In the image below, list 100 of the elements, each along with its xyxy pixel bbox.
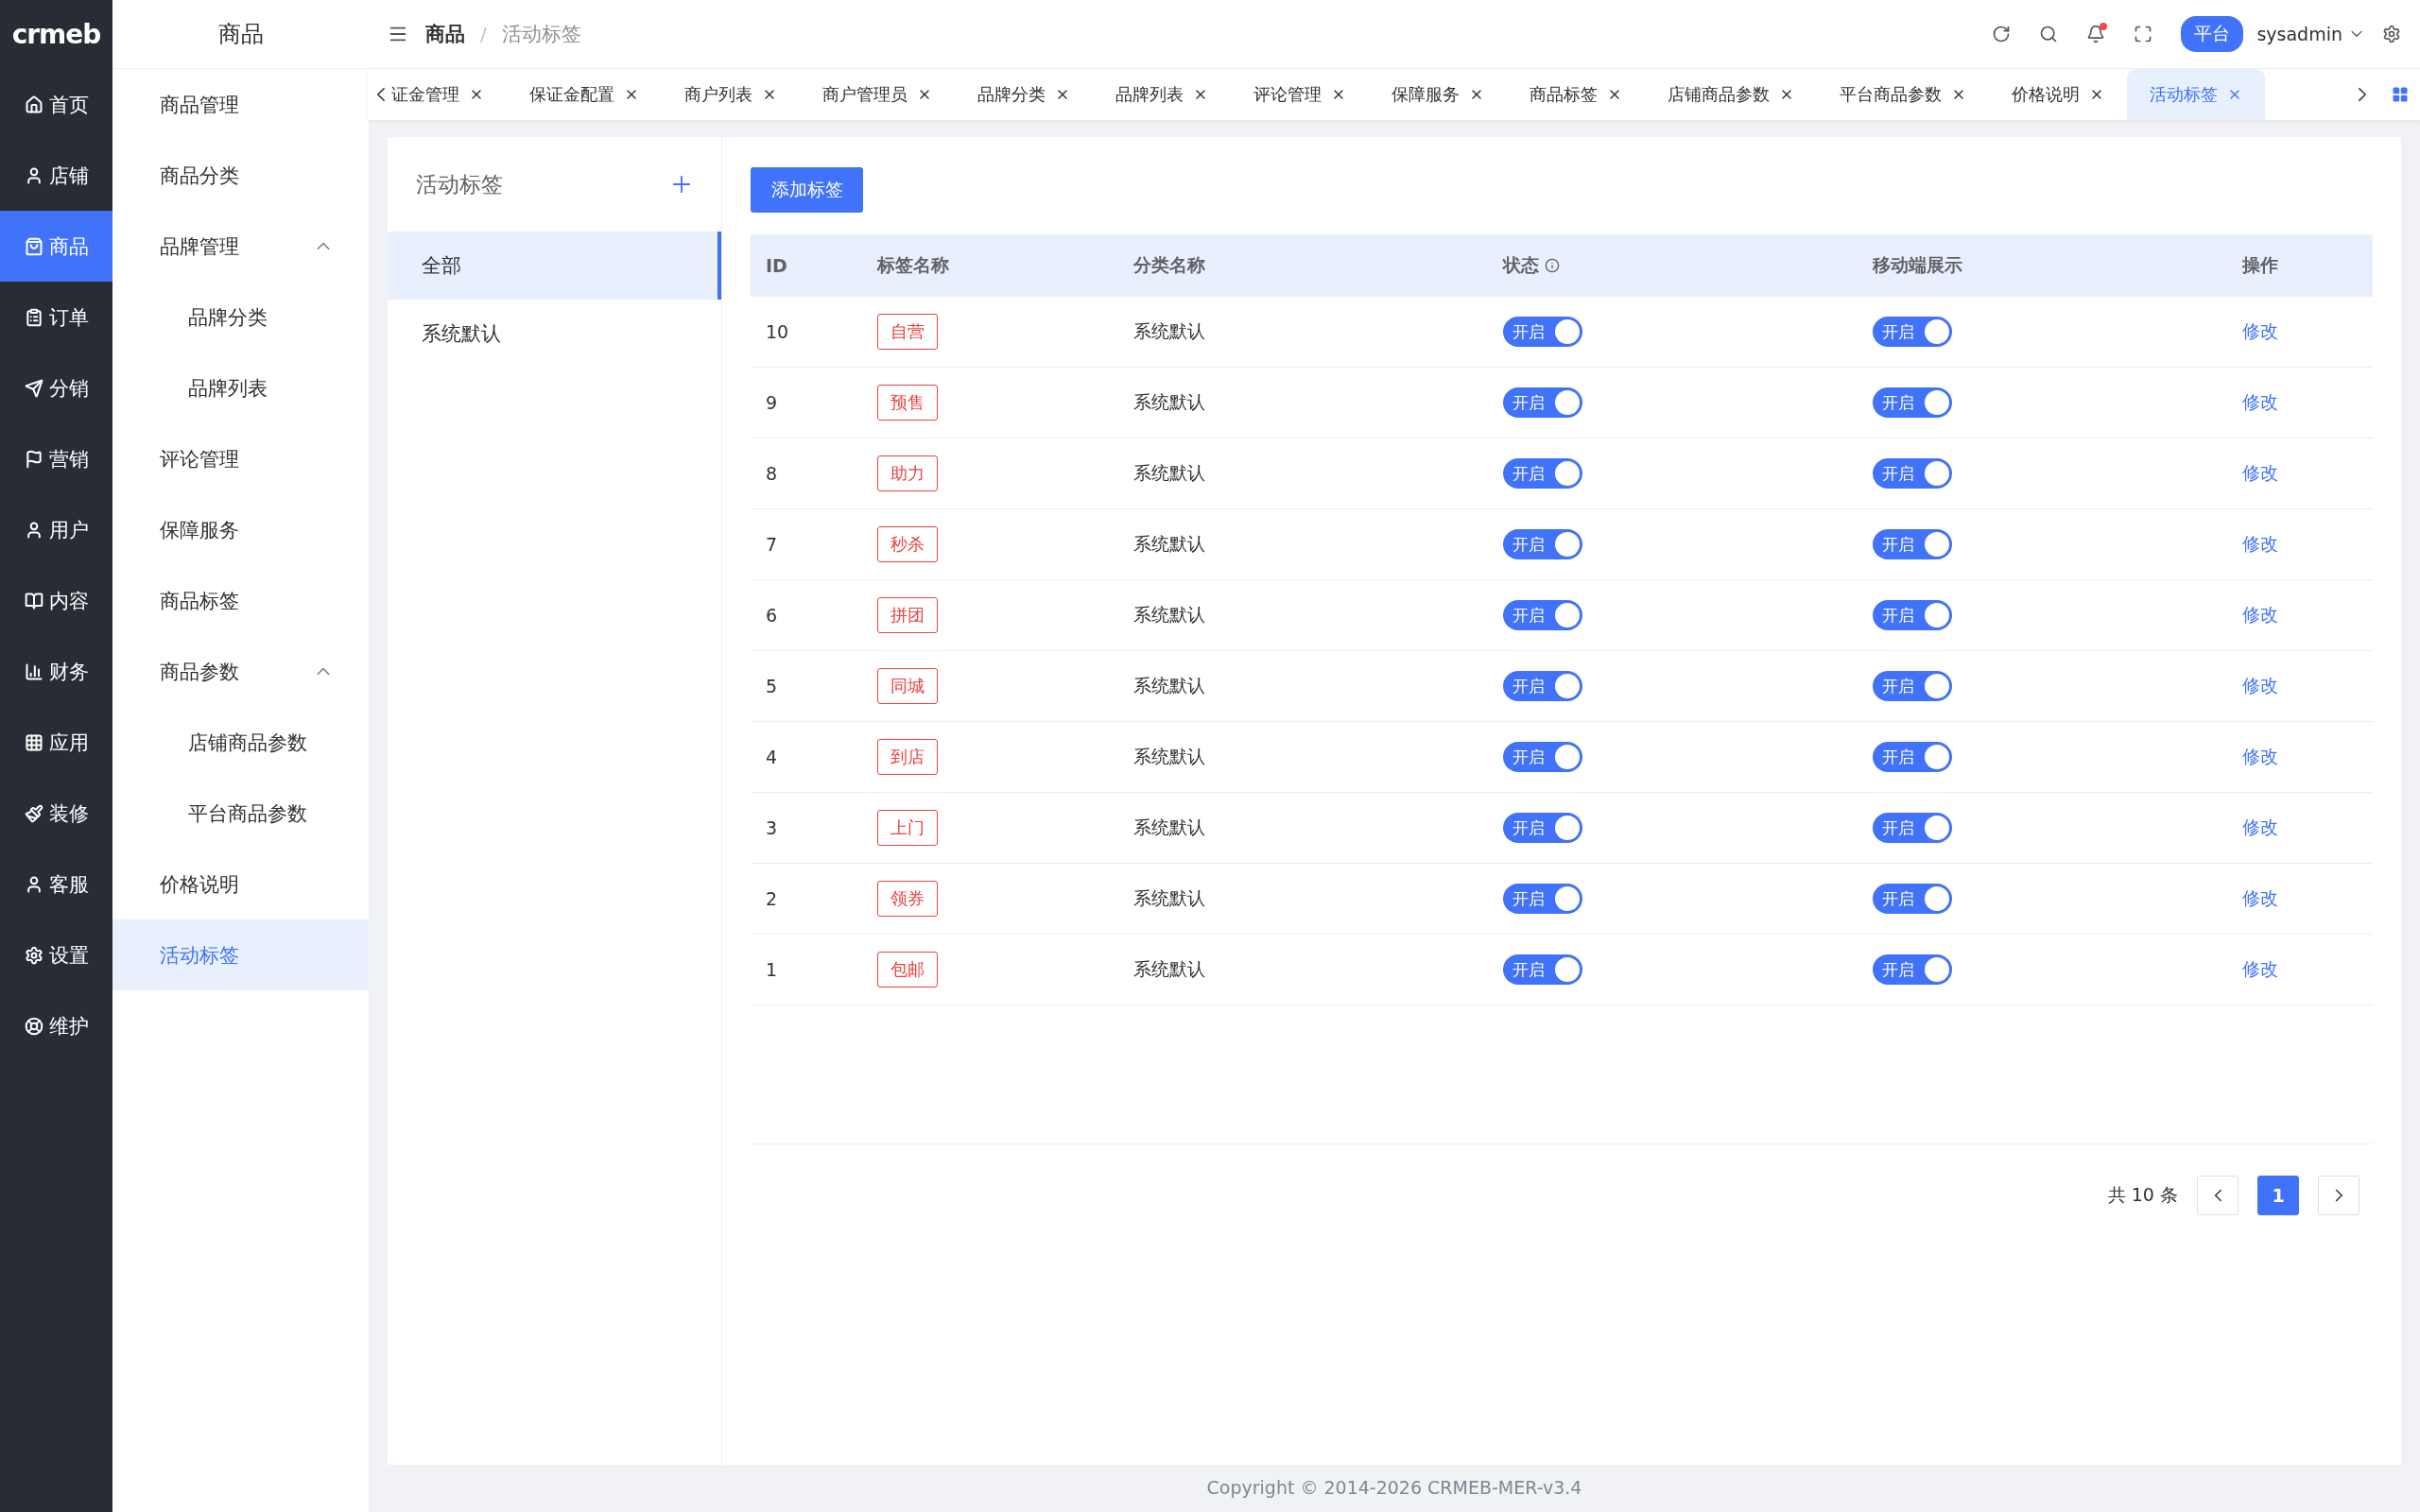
page-tab[interactable]: 品牌分类 xyxy=(954,69,1093,120)
page-tab[interactable]: 价格说明 xyxy=(1988,69,2127,120)
nav-label: 首页 xyxy=(48,92,89,118)
page-tab[interactable]: 活动标签 xyxy=(2126,69,2265,120)
status-switch[interactable]: 开启 xyxy=(1503,317,1582,347)
nav-item[interactable]: 装修 xyxy=(0,778,112,849)
page-tab[interactable]: 评论管理 xyxy=(1230,69,1369,120)
menu-item[interactable]: 价格说明 xyxy=(112,849,369,919)
breadcrumb-separator: / xyxy=(480,23,487,45)
category-cell-text: 系统默认 xyxy=(1132,603,1206,627)
id-cell-text: 3 xyxy=(765,817,779,838)
menu-item[interactable]: 商品管理 xyxy=(112,69,369,140)
status-switch[interactable]: 开启 xyxy=(1503,529,1582,559)
menu-item[interactable]: 活动标签 xyxy=(112,919,369,990)
nav-item[interactable]: 维护 xyxy=(0,990,112,1061)
tag-label: 秒杀 xyxy=(877,526,938,562)
nav-item[interactable]: 首页 xyxy=(0,69,112,140)
nav-item[interactable]: 设置 xyxy=(0,919,112,990)
status-switch[interactable]: 开启 xyxy=(1503,884,1582,914)
mobile-display-switch[interactable]: 开启 xyxy=(1873,742,1952,772)
mobile-display-switch[interactable]: 开启 xyxy=(1873,600,1952,630)
status-switch[interactable]: 开启 xyxy=(1503,742,1582,772)
menu-label: 商品管理 xyxy=(160,92,239,118)
page-tab[interactable]: 品牌列表 xyxy=(1092,69,1231,120)
menu-label: 品牌管理 xyxy=(160,233,239,260)
tag-label: 同城 xyxy=(877,668,938,704)
id-cell-text: 4 xyxy=(765,747,779,767)
category-item[interactable]: 系统默认 xyxy=(388,300,721,368)
role-badge[interactable]: 平台 xyxy=(2181,16,2244,52)
edit-link[interactable]: 修改 xyxy=(2242,745,2278,769)
nav-item[interactable]: 分销 xyxy=(0,352,112,423)
category-cell-text: 系统默认 xyxy=(1132,461,1206,485)
nav-item[interactable]: 内容 xyxy=(0,565,112,636)
edit-link[interactable]: 修改 xyxy=(2242,390,2278,415)
menu-label: 价格说明 xyxy=(160,871,239,898)
mobile-display-switch[interactable]: 开启 xyxy=(1873,884,1952,914)
edit-link[interactable]: 修改 xyxy=(2242,319,2278,344)
nav-label: 内容 xyxy=(48,588,89,614)
mobile-display-switch[interactable]: 开启 xyxy=(1873,458,1952,489)
menu-item[interactable]: 商品分类 xyxy=(112,140,369,211)
page-tab[interactable]: 商品标签 xyxy=(1506,69,1645,120)
mobile-display-switch[interactable]: 开启 xyxy=(1873,671,1952,701)
status-switch[interactable]: 开启 xyxy=(1503,600,1582,630)
menu-item[interactable]: 平台商品参数 xyxy=(112,778,369,849)
nav-label: 订单 xyxy=(48,304,89,331)
mobile-display-switch[interactable]: 开启 xyxy=(1873,529,1952,559)
menu-item[interactable]: 品牌管理 xyxy=(112,211,369,282)
status-switch[interactable]: 开启 xyxy=(1503,813,1582,843)
nav-item[interactable]: 应用 xyxy=(0,707,112,778)
page-tab[interactable]: 保证金配置 xyxy=(506,69,662,120)
nav-item[interactable]: 商品 xyxy=(0,211,112,282)
tab-label: 价格说明 xyxy=(2011,83,2080,106)
nav-label: 用户 xyxy=(48,517,89,543)
tab-label: 证金管理 xyxy=(390,83,459,106)
edit-link[interactable]: 修改 xyxy=(2242,532,2278,557)
menu-item[interactable]: 保障服务 xyxy=(112,494,369,565)
id-cell-text: 10 xyxy=(765,321,790,342)
edit-link[interactable]: 修改 xyxy=(2242,886,2278,911)
page-button[interactable]: 1 xyxy=(2257,1176,2299,1215)
menu-item[interactable]: 店铺商品参数 xyxy=(112,707,369,778)
status-switch[interactable]: 开启 xyxy=(1503,671,1582,701)
page-tab[interactable]: 保障服务 xyxy=(1368,69,1507,120)
nav-item[interactable]: 店铺 xyxy=(0,140,112,211)
menu-item[interactable]: 品牌分类 xyxy=(112,282,369,352)
add-tag-button[interactable]: 添加标签 xyxy=(751,167,863,213)
menu-item[interactable]: 评论管理 xyxy=(112,423,369,494)
page-tab[interactable]: 店铺商品参数 xyxy=(1644,69,1817,120)
nav-label: 维护 xyxy=(48,1013,89,1040)
menu-item[interactable]: 品牌列表 xyxy=(112,352,369,423)
id-cell-text: 8 xyxy=(765,463,779,484)
edit-link[interactable]: 修改 xyxy=(2242,603,2278,627)
page-tab[interactable]: 商户列表 xyxy=(661,69,800,120)
page-tab[interactable]: 证金管理 xyxy=(389,69,507,120)
status-switch[interactable]: 开启 xyxy=(1503,954,1582,985)
page-tab[interactable]: 平台商品参数 xyxy=(1816,69,1989,120)
user-name[interactable]: sysadmin xyxy=(2256,24,2342,44)
edit-link[interactable]: 修改 xyxy=(2242,461,2278,486)
mobile-display-switch[interactable]: 开启 xyxy=(1873,954,1952,985)
tag-label: 到店 xyxy=(877,739,938,775)
status-switch[interactable]: 开启 xyxy=(1503,458,1582,489)
edit-link[interactable]: 修改 xyxy=(2242,957,2278,982)
category-item[interactable]: 全部 xyxy=(388,232,721,300)
edit-link[interactable]: 修改 xyxy=(2242,674,2278,698)
menu-label: 评论管理 xyxy=(160,446,239,472)
status-switch[interactable]: 开启 xyxy=(1503,387,1582,418)
menu-item[interactable]: 商品参数 xyxy=(112,636,369,707)
edit-link[interactable]: 修改 xyxy=(2242,816,2278,840)
nav-item[interactable]: 营销 xyxy=(0,423,112,494)
page-tab[interactable]: 商户管理员 xyxy=(799,69,955,120)
mobile-display-switch[interactable]: 开启 xyxy=(1873,317,1952,347)
nav-item[interactable]: 客服 xyxy=(0,849,112,919)
nav-item[interactable]: 用户 xyxy=(0,494,112,565)
id-cell-text: 5 xyxy=(765,676,779,696)
mobile-display-switch[interactable]: 开启 xyxy=(1873,813,1952,843)
breadcrumb-item[interactable]: 商品 xyxy=(425,21,465,47)
mobile-display-switch[interactable]: 开启 xyxy=(1873,387,1952,418)
nav-item[interactable]: 订单 xyxy=(0,282,112,352)
menu-item[interactable]: 商品标签 xyxy=(112,565,369,636)
nav-item[interactable]: 财务 xyxy=(0,636,112,707)
category-cell-text: 系统默认 xyxy=(1132,674,1206,697)
